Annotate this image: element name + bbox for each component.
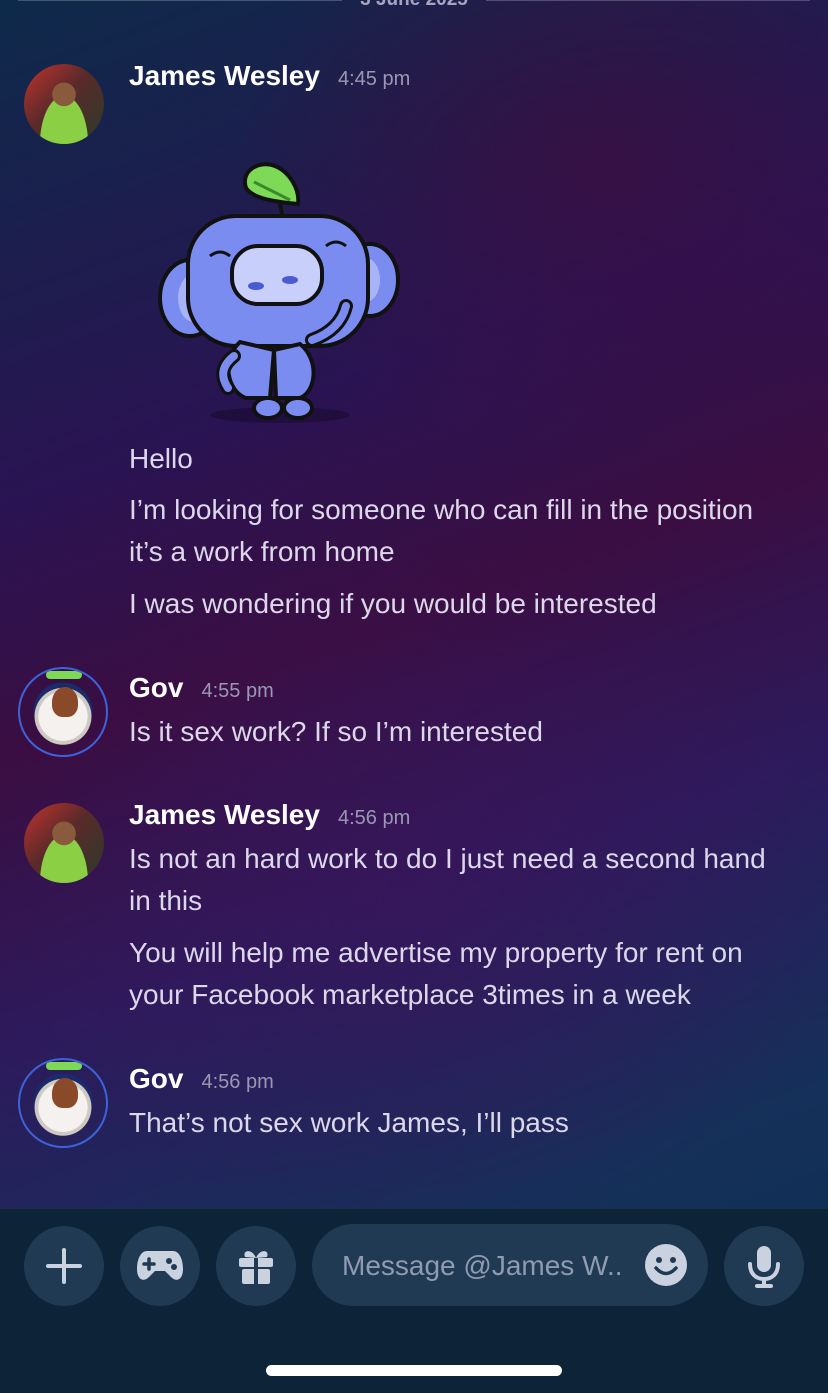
wumpus-sticker[interactable] <box>150 160 410 430</box>
author-name[interactable]: Gov <box>129 1063 183 1095</box>
timestamp: 4:45 pm <box>337 68 411 90</box>
voice-message-button[interactable] <box>724 1226 804 1306</box>
message-header: James Wesley 4:56 pm <box>129 799 410 831</box>
avatar-james-wesley[interactable] <box>24 64 104 144</box>
headband-decoration <box>46 671 82 679</box>
gift-button[interactable] <box>216 1226 296 1306</box>
divider-line-left <box>18 0 343 1</box>
message-line: I was wondering if you would be interest… <box>129 588 657 619</box>
message-input[interactable] <box>340 1244 634 1288</box>
timestamp: 4:56 pm <box>201 1071 274 1093</box>
timestamp: 4:56 pm <box>337 807 411 829</box>
microphone-icon <box>748 1246 780 1288</box>
message-line: Hello <box>129 443 193 474</box>
timestamp: 4:55 pm <box>201 680 274 702</box>
author-name[interactable]: James Wesley <box>129 60 320 92</box>
avatar-james-wesley[interactable] <box>24 803 104 883</box>
message-line: That’s not sex work James, I’ll pass <box>129 1107 569 1138</box>
add-attachment-button[interactable] <box>24 1226 104 1306</box>
divider-line-right <box>485 0 810 1</box>
author-name[interactable]: James Wesley <box>129 799 320 831</box>
activities-button[interactable] <box>120 1226 200 1306</box>
message-header: Gov 4:56 pm <box>129 1063 274 1095</box>
message-header: Gov 4:55 pm <box>129 672 274 704</box>
avatar-figure <box>52 1078 78 1108</box>
gamepad-icon <box>137 1251 183 1280</box>
headband-decoration <box>46 1062 82 1070</box>
message-line: I’m looking for someone who can fill in … <box>129 494 754 567</box>
message-line: Is it sex work? If so I’m interested <box>129 716 543 747</box>
emoji-icon[interactable] <box>644 1243 688 1287</box>
date-divider: 3 June 2025 <box>18 0 810 12</box>
message-header: James Wesley 4:45 pm <box>129 60 410 92</box>
message-line: You will help me advertise my property f… <box>129 937 743 1010</box>
avatar-gov[interactable] <box>18 667 108 757</box>
gift-icon <box>239 1251 273 1284</box>
avatar-figure <box>52 687 78 717</box>
plus-icon <box>46 1248 82 1284</box>
date-divider-label: 3 June 2025 <box>342 0 486 11</box>
home-indicator[interactable] <box>266 1365 562 1376</box>
message-line: Is not an hard work to do I just need a … <box>129 843 766 916</box>
avatar-gov[interactable] <box>18 1058 108 1148</box>
message-input-container <box>312 1224 708 1306</box>
author-name[interactable]: Gov <box>129 672 183 704</box>
